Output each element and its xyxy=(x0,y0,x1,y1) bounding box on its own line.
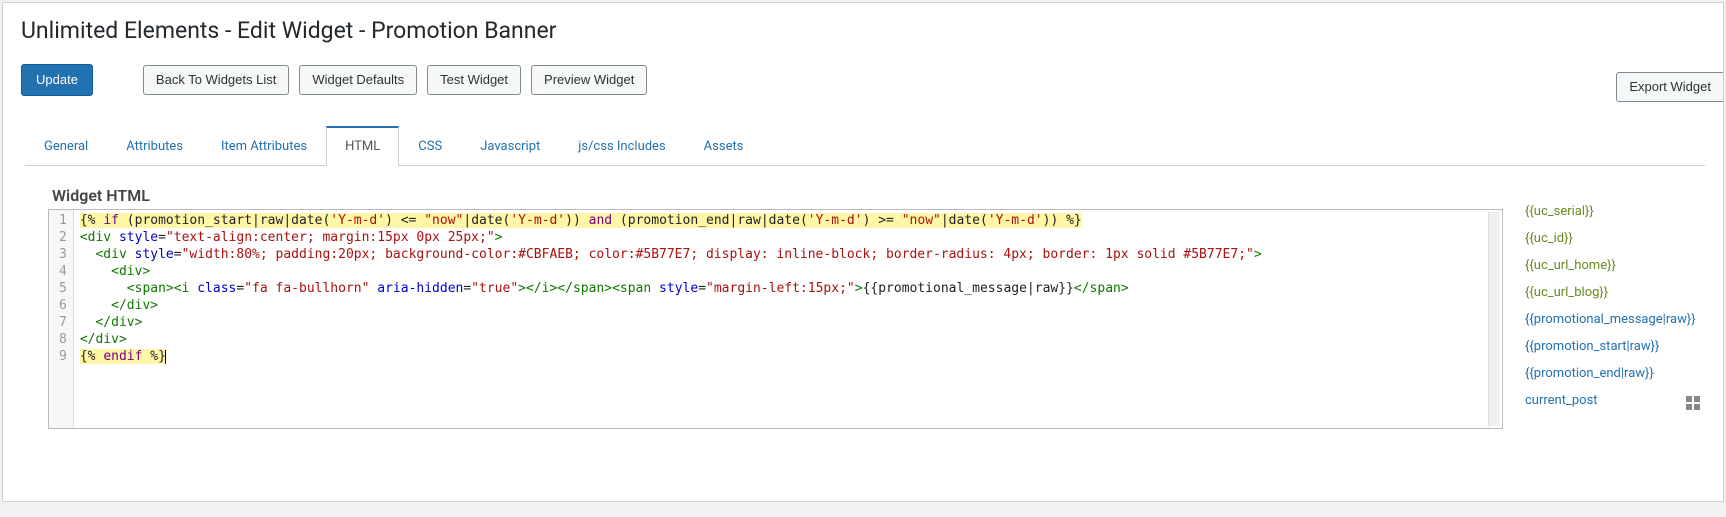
variables-sidebar: {{uc_serial}}{{uc_id}}{{uc_url_home}}{{u… xyxy=(1523,186,1703,429)
text-caret xyxy=(165,350,166,364)
export-widget-button[interactable]: Export Widget xyxy=(1616,72,1723,102)
variable-item[interactable]: {{uc_serial}} xyxy=(1523,198,1703,225)
tabs: GeneralAttributesItem AttributesHTMLCSSJ… xyxy=(25,126,1705,166)
code-line[interactable]: {% if (promotion_start|raw|date('Y-m-d')… xyxy=(80,212,1496,229)
code-line[interactable]: </div> xyxy=(80,297,1496,314)
variable-item[interactable]: {{promotion_end|raw}} xyxy=(1523,360,1703,387)
widget-editor-panel: Unlimited Elements - Edit Widget - Promo… xyxy=(2,2,1724,502)
tab-js[interactable]: Javascript xyxy=(461,126,559,166)
editor-area: Widget HTML 1 2 3 4 5 6 7 8 9 {% if (pro… xyxy=(48,186,1703,429)
code-gutter: 1 2 3 4 5 6 7 8 9 xyxy=(49,210,74,428)
variable-item[interactable]: {{promotion_start|raw}} xyxy=(1523,333,1703,360)
variable-item[interactable]: {{uc_url_home}} xyxy=(1523,252,1703,279)
code-line[interactable]: <div style="text-align:center; margin:15… xyxy=(80,229,1496,246)
page-title: Unlimited Elements - Edit Widget - Promo… xyxy=(21,17,1723,44)
code-lines[interactable]: {% if (promotion_start|raw|date('Y-m-d')… xyxy=(74,210,1502,428)
variable-item[interactable]: current_post xyxy=(1523,387,1703,414)
tab-includes[interactable]: js/css Includes xyxy=(559,126,684,166)
variable-item[interactable]: {{uc_url_blog}} xyxy=(1523,279,1703,306)
update-button[interactable]: Update xyxy=(21,64,93,96)
code-editor[interactable]: 1 2 3 4 5 6 7 8 9 {% if (promotion_start… xyxy=(48,209,1503,429)
variable-item[interactable]: {{promotional_message|raw}} xyxy=(1523,306,1703,333)
editor-heading: Widget HTML xyxy=(52,186,1503,205)
tab-css[interactable]: CSS xyxy=(399,126,461,166)
test-widget-button[interactable]: Test Widget xyxy=(427,65,521,95)
widget-defaults-button[interactable]: Widget Defaults xyxy=(299,65,417,95)
code-line[interactable]: <span><i class="fa fa-bullhorn" aria-hid… xyxy=(80,280,1496,297)
back-to-widgets-button[interactable]: Back To Widgets List xyxy=(143,65,289,95)
export-wrap: Export Widget xyxy=(1616,72,1723,102)
tab-item-attributes[interactable]: Item Attributes xyxy=(202,126,326,166)
code-line[interactable]: {% endif %} xyxy=(80,348,1496,365)
code-line[interactable]: </div> xyxy=(80,314,1496,331)
code-line[interactable]: <div> xyxy=(80,263,1496,280)
variable-item[interactable]: {{uc_id}} xyxy=(1523,225,1703,252)
code-scrollbar[interactable] xyxy=(1488,212,1500,426)
tab-assets[interactable]: Assets xyxy=(685,126,763,166)
code-line[interactable]: <div style="width:80%; padding:20px; bac… xyxy=(80,246,1496,263)
toolbar: Update Back To Widgets List Widget Defau… xyxy=(21,64,1723,96)
preview-widget-button[interactable]: Preview Widget xyxy=(531,65,647,95)
editor-main: Widget HTML 1 2 3 4 5 6 7 8 9 {% if (pro… xyxy=(48,186,1503,429)
tab-html[interactable]: HTML xyxy=(326,126,399,166)
grid-icon[interactable] xyxy=(1685,395,1701,415)
tab-attributes[interactable]: Attributes xyxy=(107,126,202,166)
tab-general[interactable]: General xyxy=(25,126,107,166)
code-line[interactable]: </div> xyxy=(80,331,1496,348)
